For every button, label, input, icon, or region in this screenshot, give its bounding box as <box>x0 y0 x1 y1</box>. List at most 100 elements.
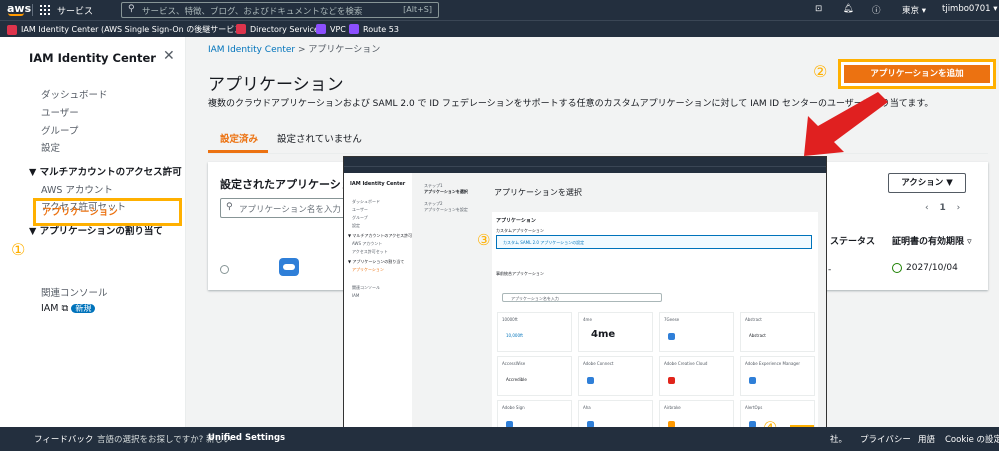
cloud-icon <box>668 333 675 340</box>
favorite-vpc[interactable]: VPC <box>316 24 346 34</box>
search-placeholder: アプリケーション名を入力 <box>239 205 341 215</box>
favorite-iam-identity-center[interactable]: IAM Identity Center (AWS Single Sign-On … <box>7 24 245 35</box>
aws-logo-smile <box>8 13 24 16</box>
inner-tile: Adobe Creative Cloud <box>659 356 734 396</box>
search-shortcut: [Alt+S] <box>403 5 432 14</box>
tab-not-configured[interactable]: 設定されていません <box>277 131 362 145</box>
tile-label: 4me <box>583 317 592 322</box>
tile-text: 4me <box>591 329 616 340</box>
terms-link[interactable]: 用語 <box>918 433 935 445</box>
sidebar-item-aws-accounts[interactable]: AWS アカウント <box>41 182 113 196</box>
services-menu[interactable]: サービス <box>57 4 93 17</box>
sidebar: IAM Identity Center ✕ ダッシュボード ユーザー グループ … <box>0 37 186 427</box>
search-placeholder: サービス、特徴、ブログ、およびドキュメントなどを検索 <box>142 7 363 17</box>
step-marker-3: ③ <box>477 231 491 249</box>
inner-catalog-label: 事前統合アプリケーション <box>496 271 544 276</box>
tile-text: Accredible <box>506 377 527 382</box>
sidebar-item-dashboard[interactable]: ダッシュボード <box>41 87 108 101</box>
close-icon[interactable]: ✕ <box>163 48 175 64</box>
inner-step-label: アプリケーションを設定 <box>424 207 468 212</box>
inner-catalog-search-ph: アプリケーション名を入力 <box>511 296 559 301</box>
bell-icon[interactable]: 🔔︎ <box>843 4 854 14</box>
route53-icon <box>349 24 359 34</box>
column-header-status[interactable]: ステータス <box>830 234 875 247</box>
pagination: ‹ 1 › <box>925 203 960 213</box>
iam-link[interactable]: IAM ⧉ 新規 <box>41 303 96 314</box>
breadcrumb-separator: > <box>297 45 306 55</box>
prev-page-button[interactable]: ‹ <box>925 203 929 213</box>
inner-section: アプリケーション <box>496 218 536 224</box>
favorite-directory-service[interactable]: Directory Service <box>236 24 319 34</box>
column-header-expiry[interactable]: 証明書の有効期限 ▿ <box>892 234 972 247</box>
inner-sidebar-item: グループ <box>352 215 368 220</box>
sidebar-item-settings[interactable]: 設定 <box>41 140 60 154</box>
sidebar-item-applications[interactable]: アプリケーション <box>42 204 118 218</box>
inner-sidebar-item: アプリケーション <box>352 267 384 272</box>
tab-configured[interactable]: 設定済み <box>220 131 258 145</box>
pointer-arrow-icon <box>804 92 888 156</box>
inner-custom-option-text: カスタム SAML 2.0 アプリケーションの設定 <box>503 240 585 245</box>
inner-step-label: アプリケーションを選択 <box>424 189 468 194</box>
add-application-button[interactable]: アプリケーションを追加 <box>844 65 990 83</box>
favorite-route53[interactable]: Route 53 <box>349 24 399 34</box>
embedded-screenshot: IAM Identity Center ダッシュボード ユーザー グループ 設定… <box>343 156 827 440</box>
region-menu[interactable]: 東京 ▾ <box>902 4 926 16</box>
expiry-value: 2027/10/04 <box>906 263 958 273</box>
cookie-settings-link[interactable]: Cookie の設定 <box>945 433 999 445</box>
inner-sidebar-group: ▼ アプリケーションの割り当て <box>348 259 405 264</box>
tile-text: Abstract <box>749 333 766 338</box>
iam-identity-center-icon <box>7 24 17 35</box>
inner-tile: Adobe Connect <box>578 356 653 396</box>
inner-tile: AccessWise Accredible <box>497 356 572 396</box>
global-search-input[interactable]: ⚲ サービス、特徴、ブログ、およびドキュメントなどを検索 [Alt+S] <box>121 2 439 18</box>
feedback-link[interactable]: フィードバック <box>34 433 93 445</box>
favorites-bar: IAM Identity Center (AWS Single Sign-On … <box>0 20 999 37</box>
actions-button[interactable]: アクション ▼ <box>888 173 966 193</box>
page-title: アプリケーション <box>208 75 344 95</box>
tile-label: Abstract <box>745 317 762 322</box>
panel-title: 設定されたアプリケーション <box>220 178 363 191</box>
unified-settings-link[interactable]: Unified Settings <box>208 433 285 443</box>
inner-favorites-bar <box>344 166 826 173</box>
inner-custom-label: カスタムアプリケーション <box>496 228 544 233</box>
tile-label: Aha <box>583 405 591 410</box>
adobe-icon <box>668 377 675 384</box>
search-icon: ⚲ <box>226 202 233 212</box>
favorite-label: Route 53 <box>363 24 399 34</box>
inner-sidebar-item: アクセス許可セット <box>352 249 388 254</box>
vpc-icon <box>316 24 326 34</box>
help-icon[interactable]: ⓘ <box>872 4 881 16</box>
inner-top-nav <box>344 157 826 166</box>
breadcrumb-root[interactable]: IAM Identity Center <box>208 45 295 55</box>
services-grid-icon[interactable] <box>40 5 50 15</box>
favorite-label: IAM Identity Center (AWS Single Sign-On … <box>21 25 246 34</box>
external-link-icon: ⧉ <box>61 303 69 314</box>
company-text: 社。 <box>830 435 848 445</box>
tile-label: Adobe Experience Manager <box>745 361 801 366</box>
sidebar-item-users[interactable]: ユーザー <box>41 105 79 119</box>
row-status: - <box>828 265 832 275</box>
breadcrumb-current: アプリケーション <box>308 45 381 55</box>
application-search-input[interactable]: ⚲ アプリケーション名を入力 <box>220 198 350 218</box>
top-navigation-bar: aws サービス ⚲ サービス、特徴、ブログ、およびドキュメントなどを検索 [A… <box>0 0 999 20</box>
row-expiry: 2027/10/04 <box>892 263 958 273</box>
tile-label: Adobe Sign <box>502 405 525 410</box>
inner-catalog-search: アプリケーション名を入力 <box>502 293 662 302</box>
account-menu[interactable]: tjimbo0701 ▾ <box>942 4 998 14</box>
inner-title: アプリケーションを選択 <box>494 188 582 197</box>
tile-label: Adobe Creative Cloud <box>664 361 708 366</box>
current-page[interactable]: 1 <box>939 203 945 213</box>
sidebar-item-groups[interactable]: グループ <box>41 123 78 137</box>
footer: フィードバック 言語の選択をお探しですか? 新しい Unified Settin… <box>0 427 999 451</box>
inner-sidebar-item: ユーザー <box>352 207 368 212</box>
sidebar-group-multi-account[interactable]: ▼ マルチアカウントのアクセス許可 <box>29 164 182 178</box>
cloud-icon <box>749 377 756 384</box>
inner-sidebar-title: IAM Identity Center <box>350 181 406 187</box>
next-page-button[interactable]: › <box>957 203 961 213</box>
inner-custom-option: カスタム SAML 2.0 アプリケーションの設定 <box>496 235 812 249</box>
privacy-link[interactable]: プライバシー <box>860 433 911 445</box>
tile-label: AlertOps <box>745 405 763 410</box>
cloud-icon <box>587 377 594 384</box>
row-select-radio[interactable] <box>220 265 229 274</box>
cloudshell-icon[interactable]: ⊡ <box>815 4 822 14</box>
